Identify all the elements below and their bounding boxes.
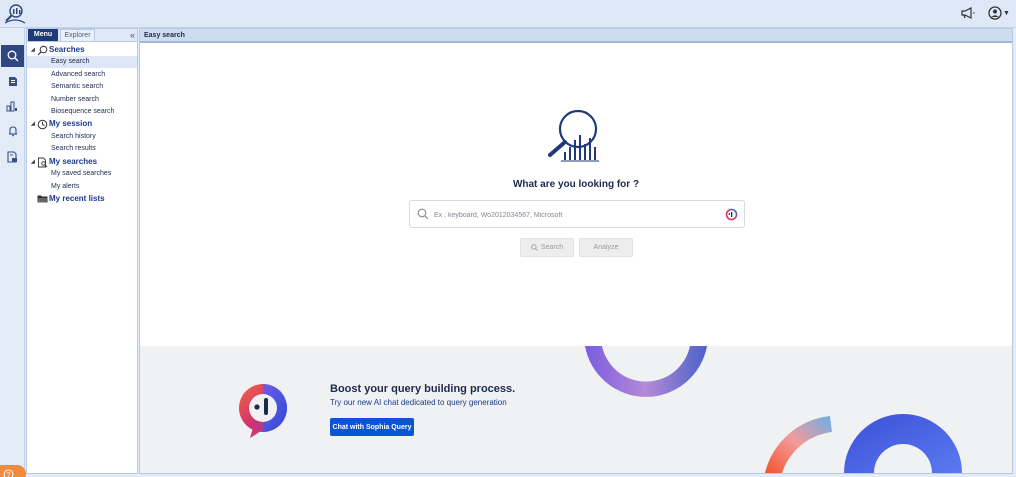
menu-item-search-history[interactable]: Search history: [27, 131, 137, 143]
help-button[interactable]: ?: [0, 465, 26, 477]
search-icon: [417, 208, 429, 220]
menu-item-easy-search[interactable]: Easy search: [27, 56, 137, 68]
megaphone-icon[interactable]: [960, 5, 976, 21]
document-icon: [6, 150, 17, 163]
chevron-down-icon: ▼: [1003, 9, 1010, 17]
menu-item-biosequence-search[interactable]: Biosequence search: [27, 106, 137, 118]
chat-with-sophia-button[interactable]: Chat with Sophia Query: [330, 418, 414, 436]
search-button-label: Search: [540, 244, 564, 251]
tree-group-my-session[interactable]: ◢ My session: [27, 118, 137, 130]
tree-group-my-recent-lists[interactable]: My recent lists: [27, 193, 137, 205]
collapse-panel-button[interactable]: «: [130, 29, 135, 41]
tree-group-my-searches[interactable]: ◢ My searches: [27, 156, 137, 168]
search-box: [409, 200, 745, 228]
search-icon: [7, 50, 18, 62]
tab-explorer[interactable]: Explorer: [60, 29, 95, 41]
sophia-logo-icon: [233, 380, 295, 442]
main-content: Easy search What are you looking for ? E…: [139, 28, 1013, 474]
library-icon: [8, 77, 17, 86]
menu-item-advanced-search[interactable]: Advanced search: [27, 69, 137, 81]
analytics-nav-button[interactable]: [1, 95, 24, 117]
search-nav-button[interactable]: [1, 45, 24, 67]
search-icon: [531, 244, 538, 251]
user-account-icon[interactable]: ▼: [988, 5, 1010, 21]
tree-group-label: My searches: [49, 157, 98, 167]
top-bar: ▼: [0, 0, 1016, 28]
search-prompt-heading: What are you looking for ?: [512, 179, 640, 190]
menu-item-search-results[interactable]: Search results: [27, 143, 137, 155]
menu-panel: Menu Explorer « ◢ Searches Easy search Ad…: [26, 28, 138, 474]
search-analytics-illustration: [547, 107, 603, 165]
search-icon: [37, 45, 48, 55]
help-icon: ?: [3, 469, 14, 477]
promo-subtitle: Try our new AI chat dedicated to query g…: [330, 398, 507, 407]
tree-group-label: Searches: [49, 45, 85, 55]
menu-item-my-saved-searches[interactable]: My saved searches: [27, 168, 137, 180]
analyze-button[interactable]: Analyze: [579, 238, 633, 257]
sophia-ai-icon[interactable]: [725, 208, 738, 221]
analyze-button-label: Analyze: [593, 244, 619, 251]
tab-menu[interactable]: Menu: [28, 29, 58, 41]
search-input[interactable]: [434, 207, 714, 223]
promo-title: Boost your query building process.: [330, 383, 516, 395]
document-search-icon: [38, 157, 48, 167]
library-nav-button[interactable]: [1, 70, 24, 92]
clock-icon: [37, 119, 48, 129]
bell-icon: [8, 126, 17, 137]
menu-item-semantic-search[interactable]: Semantic search: [27, 81, 137, 93]
alerts-nav-button[interactable]: [1, 120, 24, 142]
promo-banner: Boost your query building process. Try o…: [140, 346, 1012, 473]
icon-rail: ?: [0, 28, 26, 477]
tree-group-searches[interactable]: ◢ Searches: [27, 44, 137, 56]
svg-text:?: ?: [7, 472, 11, 477]
search-button[interactable]: Search: [520, 238, 574, 257]
chart-icon: [6, 101, 17, 112]
logo-icon[interactable]: [3, 3, 27, 25]
page-title: Easy search: [140, 29, 1012, 43]
menu-item-my-alerts[interactable]: My alerts: [27, 181, 137, 193]
menu-tabs: Menu Explorer «: [27, 29, 137, 42]
folder-icon: [37, 195, 48, 203]
menu-item-number-search[interactable]: Number search: [27, 94, 137, 106]
tree-group-label: My recent lists: [49, 194, 105, 203]
tree-group-label: My session: [49, 119, 93, 129]
documents-nav-button[interactable]: [1, 146, 24, 168]
